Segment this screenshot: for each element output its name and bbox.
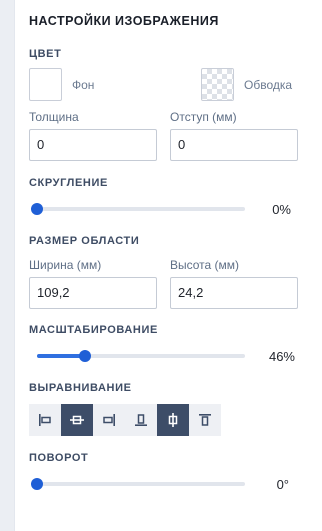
align-left-button[interactable] [29,404,61,436]
background-color-swatch[interactable] [29,68,62,101]
rounding-slider[interactable] [31,203,245,215]
thickness-input[interactable]: 0 [29,129,157,161]
align-top-icon [199,414,211,426]
width-input[interactable]: 109,2 [29,277,157,309]
image-settings-panel: НАСТРОЙКИ ИЗОБРАЖЕНИЯ ЦВЕТ Фон Обводка Т… [14,0,322,531]
alignment-section-heading: ВЫРАВНИВАНИЕ [29,382,132,394]
scaling-slider[interactable] [37,350,245,362]
align-top-button[interactable] [189,404,221,436]
align-right-icon [103,414,115,426]
rotation-section-heading: ПОВОРОТ [29,452,89,464]
align-center-vertical-icon [168,413,178,427]
scaling-section-heading: МАСШТАБИРОВАНИЕ [29,324,158,336]
padding-label: Отступ (мм) [170,110,237,124]
rounding-value: 0% [272,202,291,217]
align-bottom-icon [135,414,147,426]
rounding-section-heading: СКРУГЛЕНИЕ [29,177,108,189]
scaling-slider-thumb[interactable] [78,350,91,362]
stroke-color-swatch[interactable] [201,68,234,101]
height-label: Высота (мм) [170,258,240,272]
rotation-slider-thumb[interactable] [31,478,43,490]
alignment-button-group [29,404,221,436]
stroke-color-label: Обводка [244,78,293,92]
rotation-slider[interactable] [31,478,245,490]
align-right-button[interactable] [93,404,125,436]
scaling-value: 46% [268,349,295,364]
height-input[interactable]: 24,2 [170,277,298,309]
align-center-horizontal-icon [70,415,84,425]
panel-title: НАСТРОЙКИ ИЗОБРАЖЕНИЯ [29,14,219,28]
scaling-slider-fill [37,354,85,358]
align-bottom-button[interactable] [125,404,157,436]
align-left-icon [39,414,51,426]
area-size-section-heading: РАЗМЕР ОБЛАСТИ [29,235,140,247]
color-section-heading: ЦВЕТ [29,48,62,60]
background-color-label: Фон [72,78,95,92]
align-center-vertical-button[interactable] [157,404,189,436]
rotation-value: 0° [276,477,289,492]
padding-input[interactable]: 0 [170,129,298,161]
width-label: Ширина (мм) [29,258,102,272]
rounding-slider-thumb[interactable] [31,203,43,215]
align-center-horizontal-button[interactable] [61,404,93,436]
thickness-label: Толщина [29,110,79,124]
